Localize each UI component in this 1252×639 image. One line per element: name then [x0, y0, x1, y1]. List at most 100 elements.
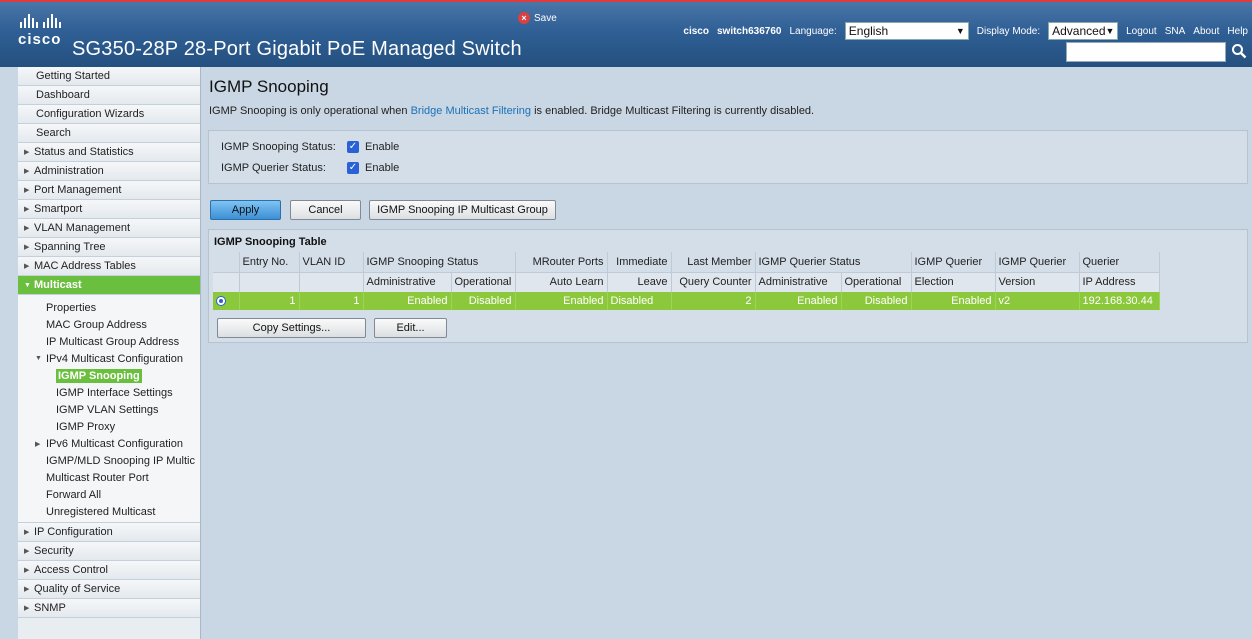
cell-querier-oper: Disabled	[841, 292, 912, 310]
sidebar-item-igmp-vlan-settings[interactable]: IGMP VLAN Settings	[18, 401, 200, 418]
igmp-snooping-table: Entry No. VLAN ID IGMP Snooping Status M…	[213, 252, 1160, 310]
igmp-querier-status-row: IGMP Querier Status: ✓ Enable	[221, 162, 399, 174]
column-header-igmp-snooping-status: IGMP Snooping Status	[363, 252, 516, 272]
cell-querier-admin: Enabled	[755, 292, 842, 310]
sidebar: Getting Started Dashboard Configuration …	[18, 67, 201, 639]
sidebar-item-getting-started[interactable]: Getting Started	[18, 67, 200, 86]
sidebar-item-security[interactable]: ▶ Security	[18, 542, 200, 561]
column-header-election: Election	[911, 271, 996, 292]
help-link[interactable]: Help	[1227, 26, 1248, 37]
column-header-querier-operational: Operational	[841, 271, 912, 292]
copy-settings-button[interactable]: Copy Settings...	[217, 318, 366, 338]
search-icon[interactable]	[1231, 43, 1247, 59]
sidebar-item-label: Multicast	[34, 279, 82, 291]
igmp-snooping-status-label: IGMP Snooping Status:	[221, 141, 336, 153]
display-mode-select[interactable]: Advanced ▼	[1048, 22, 1119, 40]
apply-button[interactable]: Apply	[210, 200, 281, 220]
sidebar-item-multicast[interactable]: ▼ Multicast	[18, 276, 200, 295]
search-input[interactable]	[1066, 42, 1226, 62]
expand-arrow-icon: ▶	[24, 263, 30, 270]
collapse-arrow-icon: ▼	[35, 355, 42, 362]
empty-cell	[213, 271, 240, 292]
sidebar-item-search[interactable]: Search	[18, 124, 200, 143]
sidebar-item-label: VLAN Management	[34, 222, 130, 234]
sidebar-item-smartport[interactable]: ▶ Smartport	[18, 200, 200, 219]
sidebar-item-status-statistics[interactable]: ▶ Status and Statistics	[18, 143, 200, 162]
column-header-mrouter-ports: MRouter Ports	[515, 252, 608, 272]
cell-querier-ip: 192.168.30.44	[1079, 292, 1160, 310]
edit-button[interactable]: Edit...	[374, 318, 447, 338]
sidebar-item-label: Security	[34, 545, 74, 557]
table-subheader-row: Administrative Operational Auto Learn Le…	[213, 271, 1160, 292]
display-mode-value: Advanced	[1052, 24, 1106, 38]
column-header-querier-ip: Querier	[1079, 252, 1160, 272]
chevron-down-icon: ▼	[1105, 26, 1115, 36]
column-header-vlan-id: VLAN ID	[299, 252, 364, 272]
cisco-logo: cisco	[18, 14, 64, 54]
sidebar-item-spanning-tree[interactable]: ▶ Spanning Tree	[18, 238, 200, 257]
expand-arrow-icon: ▶	[24, 225, 30, 232]
column-header-version: Version	[995, 271, 1080, 292]
username: cisco	[683, 25, 709, 37]
sidebar-item-administration[interactable]: ▶ Administration	[18, 162, 200, 181]
table-header-row: Entry No. VLAN ID IGMP Snooping Status M…	[213, 252, 1160, 272]
column-header-igmp-querier-status: IGMP Querier Status	[755, 252, 912, 272]
sidebar-item-igmp-proxy[interactable]: IGMP Proxy	[18, 418, 200, 435]
logout-link[interactable]: Logout	[1126, 26, 1157, 37]
sidebar-item-properties[interactable]: Properties	[18, 299, 200, 316]
expand-arrow-icon: ▶	[24, 586, 30, 593]
column-header-query-counter: Query Counter	[671, 271, 756, 292]
sidebar-item-mac-group-address[interactable]: MAC Group Address	[18, 316, 200, 333]
sidebar-item-mac-address-tables[interactable]: ▶ MAC Address Tables	[18, 257, 200, 276]
sidebar-item-ip-configuration[interactable]: ▶ IP Configuration	[18, 523, 200, 542]
sidebar-folder-ipv6-multicast[interactable]: ▶ IPv6 Multicast Configuration	[18, 435, 200, 452]
row-radio[interactable]	[213, 292, 240, 310]
sna-link[interactable]: SNA	[1165, 26, 1186, 37]
sidebar-item-igmp-snooping[interactable]: IGMP Snooping	[18, 367, 200, 384]
sidebar-item-snmp[interactable]: ▶ SNMP	[18, 599, 200, 618]
sidebar-item-label: Quality of Service	[34, 583, 121, 595]
table-row[interactable]: 1 1 Enabled Disabled Enabled Disabled 2 …	[213, 292, 1160, 310]
sidebar-item-label: Status and Statistics	[34, 146, 134, 158]
sidebar-item-access-control[interactable]: ▶ Access Control	[18, 561, 200, 580]
sidebar-item-configuration-wizards[interactable]: Configuration Wizards	[18, 105, 200, 124]
expand-arrow-icon: ▶	[24, 168, 30, 175]
about-link[interactable]: About	[1193, 26, 1219, 37]
igmp-snooping-enable-checkbox[interactable]: ✓	[347, 141, 359, 153]
column-header-immediate: Immediate	[607, 252, 672, 272]
column-header-last-member: Last Member	[671, 252, 756, 272]
sidebar-item-ip-multicast-group-address[interactable]: IP Multicast Group Address	[18, 333, 200, 350]
igmp-snooping-status-row: IGMP Snooping Status: ✓ Enable	[221, 141, 399, 153]
sidebar-item-label: SNMP	[34, 602, 66, 614]
language-select[interactable]: English ▼	[844, 22, 969, 40]
igmp-querier-enable-checkbox[interactable]: ✓	[347, 162, 359, 174]
sidebar-item-unregistered-multicast[interactable]: Unregistered Multicast	[18, 503, 200, 520]
sidebar-item-igmp-mld-snooping[interactable]: IGMP/MLD Snooping IP Multic	[18, 452, 200, 469]
top-toolbar: cisco switch636760 Language: English ▼ D…	[683, 22, 1248, 40]
expand-arrow-icon: ▶	[24, 206, 30, 213]
sidebar-item-vlan-management[interactable]: ▶ VLAN Management	[18, 219, 200, 238]
expand-arrow-icon: ▶	[24, 149, 30, 156]
sidebar-item-igmp-interface-settings[interactable]: IGMP Interface Settings	[18, 384, 200, 401]
cell-mrouter-auto-learn: Enabled	[515, 292, 608, 310]
sidebar-item-forward-all[interactable]: Forward All	[18, 486, 200, 503]
radio-selected-icon[interactable]	[216, 296, 226, 307]
igmp-snooping-table-panel: IGMP Snooping Table Entry No. VLAN ID IG…	[208, 229, 1248, 343]
cancel-button[interactable]: Cancel	[290, 200, 361, 220]
expand-arrow-icon: ▶	[35, 440, 41, 448]
igmp-snooping-ip-multicast-group-button[interactable]: IGMP Snooping IP Multicast Group	[369, 200, 556, 220]
sidebar-item-quality-of-service[interactable]: ▶ Quality of Service	[18, 580, 200, 599]
bridge-multicast-filtering-link[interactable]: Bridge Multicast Filtering	[411, 105, 531, 117]
enable-label: Enable	[365, 162, 400, 174]
expand-arrow-icon: ▶	[24, 244, 30, 251]
save-button[interactable]: × Save	[518, 12, 557, 24]
collapse-arrow-icon: ▼	[24, 281, 31, 289]
sidebar-item-dashboard[interactable]: Dashboard	[18, 86, 200, 105]
sidebar-item-port-management[interactable]: ▶ Port Management	[18, 181, 200, 200]
sidebar-item-label: IPv6 Multicast Configuration	[46, 437, 183, 450]
sidebar-folder-ipv4-multicast[interactable]: ▼ IPv4 Multicast Configuration	[18, 350, 200, 367]
sidebar-item-multicast-router-port[interactable]: Multicast Router Port	[18, 469, 200, 486]
notice-prefix: IGMP Snooping is only operational when	[209, 105, 411, 117]
enable-label: Enable	[365, 141, 400, 153]
select-column-header	[213, 252, 240, 272]
